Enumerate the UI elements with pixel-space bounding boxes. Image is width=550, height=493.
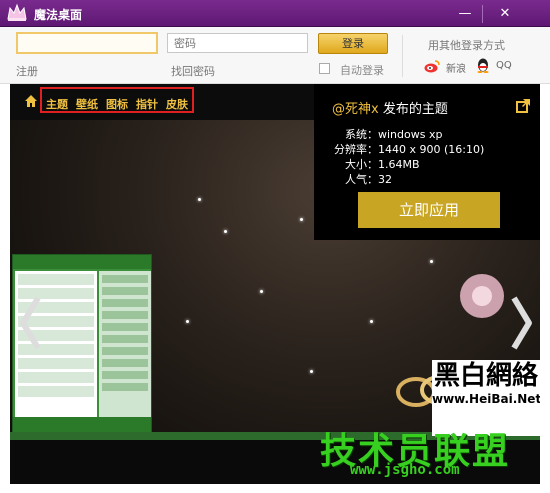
title-bar: 魔法桌面 — ✕	[0, 0, 550, 27]
chevron-right-icon[interactable]	[510, 294, 534, 352]
qq-penguin-icon[interactable]	[476, 57, 490, 73]
sparkle	[370, 320, 373, 323]
other-login-label: 用其他登录方式	[428, 39, 505, 52]
size-label: 大小：	[345, 158, 378, 171]
apply-now-button[interactable]: 立即应用	[358, 192, 500, 228]
login-panel: 登录 注册 找回密码 自动登录 用其他登录方式 新浪 QQ	[0, 27, 550, 84]
menu-row	[102, 323, 148, 331]
close-button[interactable]: ✕	[492, 6, 518, 24]
password-input[interactable]	[167, 33, 308, 53]
crown-logo-icon	[7, 3, 27, 21]
menu-row	[102, 383, 148, 391]
menu-row	[18, 274, 94, 285]
sparkle	[224, 230, 227, 233]
resolution-label: 分辨率：	[334, 143, 378, 156]
theme-info-panel: @死神x 发布的主题 系统：windows xp 分辨率：1440 x 900 …	[314, 84, 540, 240]
theme-author: @死神x 发布的主题	[332, 98, 448, 117]
resolution-value: 1440 x 900 (16:10)	[378, 143, 485, 156]
sparkle	[186, 320, 189, 323]
tab-icons[interactable]: 图标	[106, 96, 128, 112]
jsgho-url: www.jsgho.com	[350, 462, 460, 478]
find-password-link[interactable]: 找回密码	[171, 63, 215, 79]
heibai-brand: 黑白網絡	[433, 361, 538, 391]
external-link-icon[interactable]	[516, 98, 531, 113]
start-menu-right	[99, 271, 151, 417]
theme-preview: 主题 壁纸 图标 指针 皮肤 @死神x 发布的主题 系统：windows xp …	[10, 84, 540, 484]
titlebar-divider	[482, 5, 483, 23]
sparkle	[198, 198, 201, 201]
auto-login-label: 自动登录	[340, 64, 384, 77]
popularity-row: 人气：32	[330, 171, 392, 187]
menu-row	[18, 358, 94, 369]
menu-row	[102, 287, 148, 295]
tab-cursors[interactable]: 指针	[136, 96, 158, 112]
auto-login-checkbox[interactable]	[319, 63, 330, 74]
app-title: 魔法桌面	[34, 8, 83, 22]
menu-row	[102, 311, 148, 319]
tab-themes[interactable]: 主题	[46, 96, 68, 112]
popularity-label: 人气：	[345, 173, 378, 186]
menu-row	[102, 347, 148, 355]
author-name[interactable]: @死神x	[332, 102, 379, 117]
flower-illustration	[460, 274, 504, 318]
tab-skins[interactable]: 皮肤	[166, 96, 188, 112]
minimize-button[interactable]: —	[452, 6, 478, 24]
menu-row	[102, 371, 148, 379]
login-divider	[402, 35, 403, 77]
sparkle	[260, 290, 263, 293]
start-menu-footer	[13, 417, 151, 433]
system-label: 系统：	[345, 128, 378, 141]
menu-row	[102, 335, 148, 343]
username-input[interactable]	[16, 32, 158, 54]
sparkle	[430, 260, 433, 263]
register-link[interactable]: 注册	[16, 63, 38, 79]
qq-login-link[interactable]: QQ	[496, 60, 512, 71]
category-nav: 主题 壁纸 图标 指针 皮肤	[40, 87, 194, 113]
size-value: 1.64MB	[378, 158, 420, 171]
home-icon[interactable]	[24, 94, 38, 108]
system-row: 系统：windows xp	[330, 126, 442, 142]
tab-wallpapers[interactable]: 壁纸	[76, 96, 98, 112]
menu-row	[18, 386, 94, 397]
sparkle	[310, 370, 313, 373]
weibo-icon[interactable]	[424, 59, 440, 73]
weibo-login-link[interactable]: 新浪	[446, 60, 466, 75]
resolution-row: 分辨率：1440 x 900 (16:10)	[330, 141, 484, 157]
author-suffix: 发布的主题	[378, 102, 448, 117]
sparkle	[300, 218, 303, 221]
size-row: 大小：1.64MB	[330, 156, 420, 172]
start-menu-header	[13, 255, 151, 269]
heibai-url: www.HeiBai.Net	[432, 392, 540, 406]
menu-row	[102, 299, 148, 307]
popularity-value: 32	[378, 173, 392, 186]
chevron-left-icon[interactable]	[18, 294, 42, 352]
login-button[interactable]: 登录	[318, 33, 388, 54]
menu-row	[102, 275, 148, 283]
menu-row	[18, 372, 94, 383]
menu-row	[102, 359, 148, 367]
system-value: windows xp	[378, 128, 443, 141]
